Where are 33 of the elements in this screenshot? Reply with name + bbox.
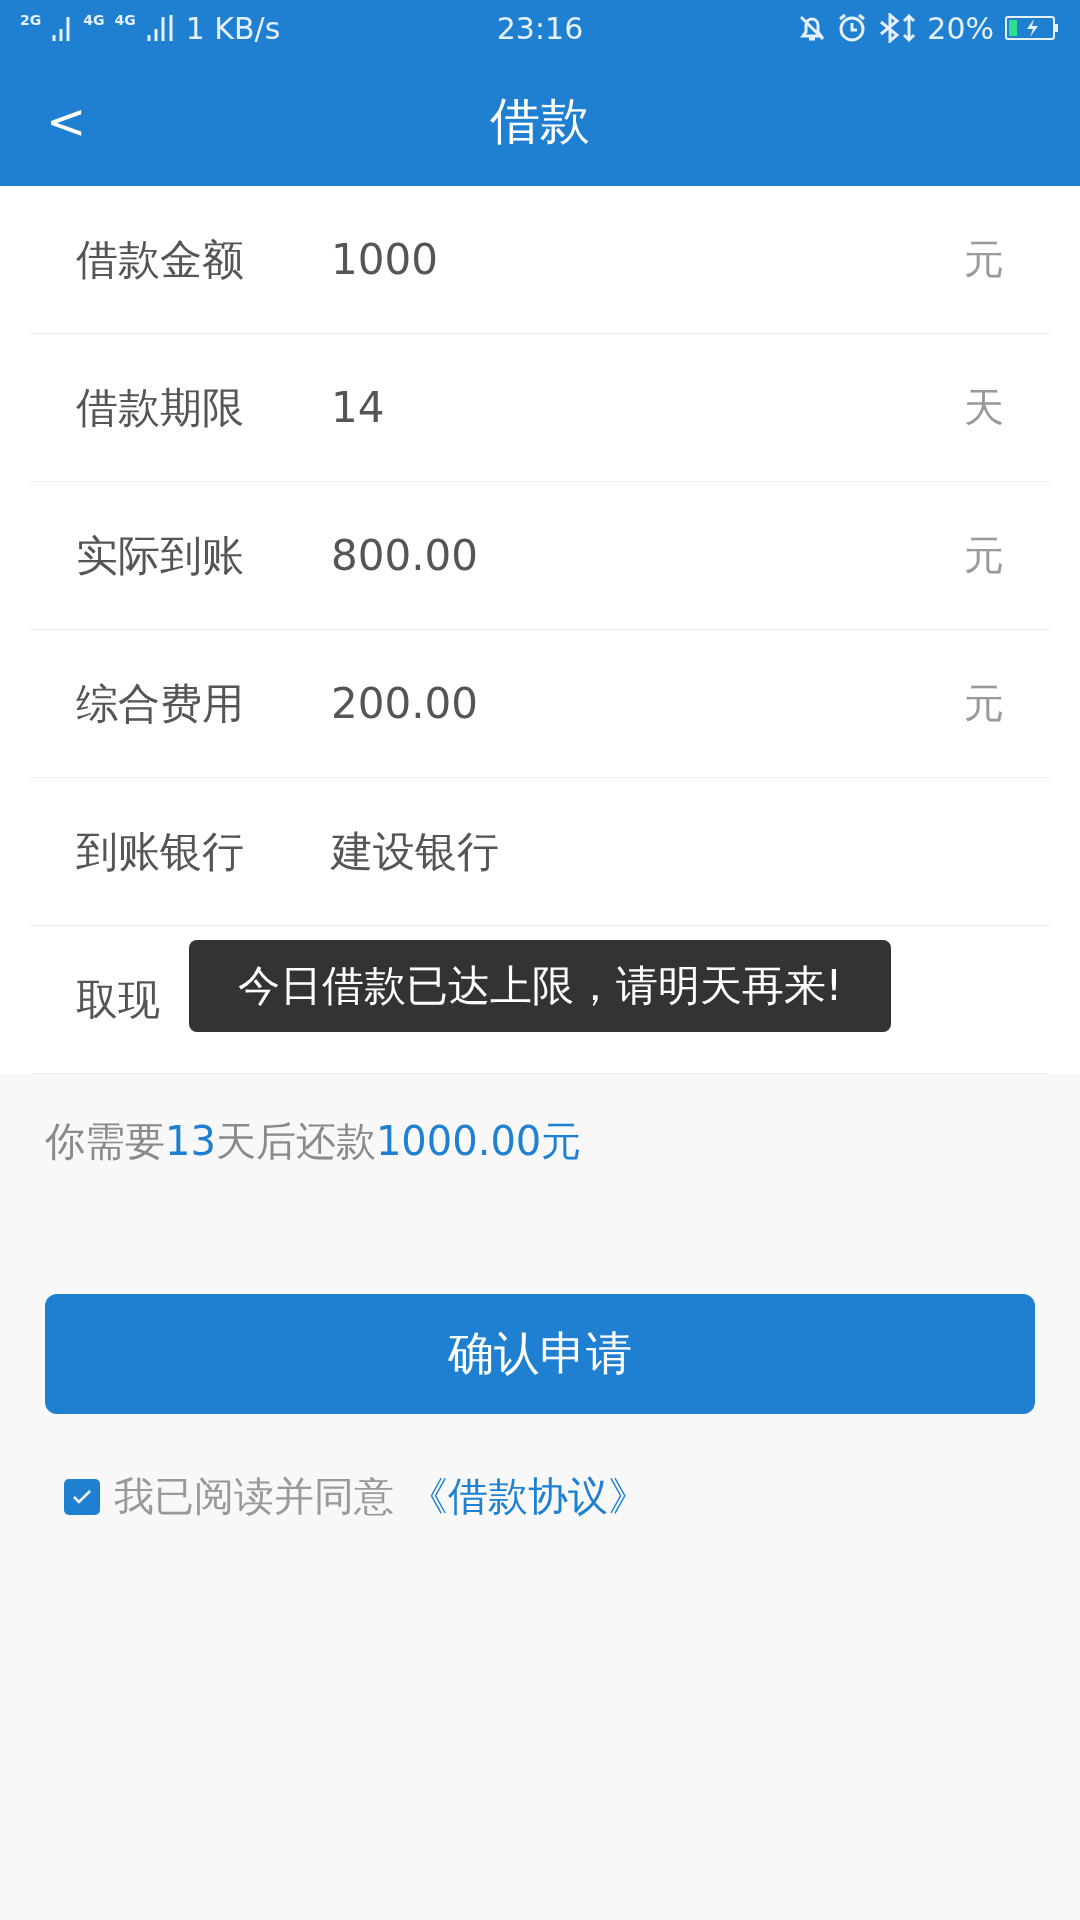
repayment-summary: 你需要13天后还款1000.00元 xyxy=(45,1117,583,1166)
unit-label: 天 xyxy=(964,383,1004,432)
limit-toast: 今日借款已达上限，请明天再来! xyxy=(189,940,891,1032)
alarm-icon xyxy=(837,13,868,43)
back-button[interactable]: < xyxy=(36,93,97,149)
network-speed: 1 KB/s xyxy=(185,10,281,46)
field-label: 取现 xyxy=(76,974,160,1024)
network-type: 4G xyxy=(83,12,105,28)
field-label: 实际到账 xyxy=(76,530,244,580)
battery-icon xyxy=(1004,13,1060,43)
field-value: 800.00 xyxy=(331,531,479,580)
field-label: 到账银行 xyxy=(76,826,244,876)
field-label: 借款期限 xyxy=(76,382,244,432)
agreement-link[interactable]: 《借款协议》 xyxy=(408,1469,648,1524)
field-value: 200.00 xyxy=(331,679,479,728)
network-type: 2G xyxy=(20,12,42,28)
field-value: 14 xyxy=(331,383,386,432)
battery-percent: 20% xyxy=(927,10,994,46)
field-label: 借款金额 xyxy=(76,234,244,284)
field-value: 建设银行 xyxy=(331,825,500,878)
network-type: 4G xyxy=(114,12,136,28)
agree-checkbox[interactable] xyxy=(64,1478,100,1515)
page-title: 借款 xyxy=(490,90,590,152)
bluetooth-icon xyxy=(877,13,918,43)
signal-icon xyxy=(145,13,176,43)
confirm-button[interactable]: 确认申请 xyxy=(45,1294,1035,1414)
unit-label: 元 xyxy=(964,531,1004,580)
unit-label: 元 xyxy=(964,679,1004,728)
clock: 23:16 xyxy=(496,10,584,46)
agreement-text: 我已阅读并同意 xyxy=(114,1472,394,1521)
field-label: 综合费用 xyxy=(76,678,244,728)
unit-label: 元 xyxy=(964,235,1004,284)
field-value: 1000 xyxy=(331,235,439,284)
